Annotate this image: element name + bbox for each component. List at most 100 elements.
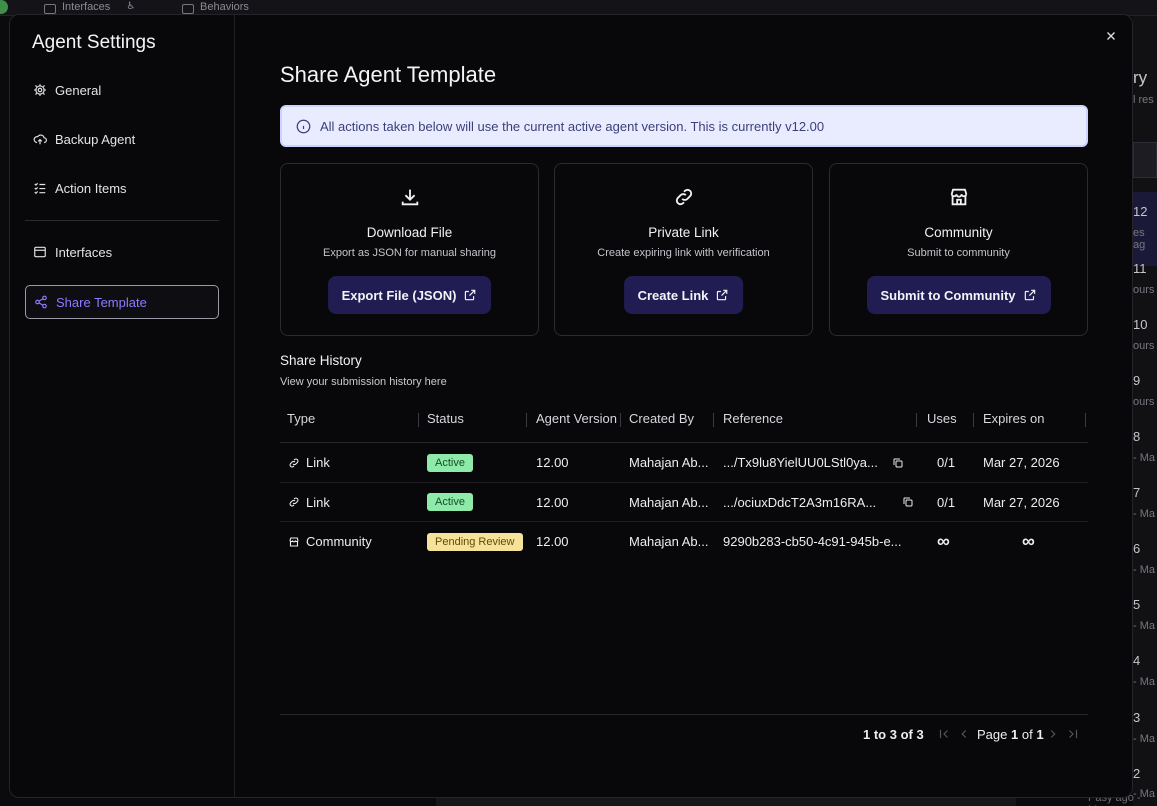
share-template-panel: Share Agent Template All actions taken b…	[280, 15, 1088, 797]
create-link-button[interactable]: Create Link	[623, 276, 744, 314]
page-title: Share Agent Template	[280, 62, 497, 87]
background-version-number: 4	[1133, 653, 1141, 668]
first-page-icon[interactable]	[937, 727, 951, 741]
table-row: Community Pending Review 12.00 Mahajan A…	[280, 522, 1088, 562]
status-badge: Active	[427, 453, 473, 472]
sidebar-item-backup-agent[interactable]: Backup Agent	[25, 122, 219, 156]
table-row: Link Active 12.00 Mahajan Ab... .../Tx9l…	[280, 443, 1088, 483]
column-header-status[interactable]: Status	[427, 403, 464, 443]
type-label: Link	[306, 494, 330, 510]
download-icon	[399, 186, 421, 208]
cell-agent-version: 12.00	[536, 455, 569, 470]
card-description: Export as JSON for manual sharing	[322, 247, 497, 259]
last-page-icon[interactable]	[1066, 727, 1080, 741]
reference-text: 9290b283-cb50-4c91-945b-e...	[723, 534, 902, 549]
cell-created-by: Mahajan Ab...	[629, 494, 709, 510]
background-version-meta: - Ma	[1133, 564, 1155, 576]
button-label: Create Link	[637, 287, 709, 303]
checklist-icon	[33, 181, 47, 195]
background-version-number: 7	[1133, 485, 1141, 500]
type-label: Link	[306, 455, 330, 470]
column-divider[interactable]	[418, 413, 419, 427]
sidebar-item-interfaces[interactable]: Interfaces	[25, 235, 219, 269]
background-version-number: 12	[1133, 204, 1148, 219]
cell-expires-on: Mar 27, 2026	[983, 494, 1060, 510]
background-version-meta: ours	[1133, 284, 1155, 296]
background-version-number: 2	[1133, 766, 1141, 781]
cell-expires-on: Mar 27, 2026	[983, 455, 1060, 470]
external-link-icon	[465, 289, 476, 301]
column-divider[interactable]	[1085, 413, 1086, 427]
external-link-icon	[1024, 289, 1035, 301]
card-title: Download File	[366, 225, 453, 240]
background-header-fragment: ry	[1133, 68, 1148, 87]
button-label: Export File (JSON)	[341, 287, 457, 303]
window-icon	[44, 4, 56, 14]
column-header-type[interactable]: Type	[287, 403, 315, 443]
submit-to-community-button[interactable]: Submit to Community	[866, 276, 1051, 314]
sidebar-title: Agent Settings	[32, 32, 156, 53]
background-sub-fragment: l res	[1133, 94, 1154, 106]
page-indicator: Page 1 of 1	[977, 727, 1044, 742]
background-version-meta: - Ma	[1133, 452, 1155, 464]
background-version-meta: - Ma	[1133, 733, 1155, 745]
cell-type: Link	[288, 443, 330, 482]
copy-icon[interactable]	[902, 496, 914, 508]
cell-type: Community	[288, 522, 372, 561]
sidebar-item-label: Interfaces	[55, 244, 113, 260]
gear-icon	[33, 83, 47, 97]
background-version-number: 3	[1133, 710, 1141, 725]
background-tab-behaviors: Behaviors	[172, 0, 259, 14]
cloud-upload-icon	[33, 132, 47, 146]
background-version-meta: ours	[1133, 340, 1155, 352]
column-header-uses[interactable]: Uses	[927, 403, 957, 443]
link-icon	[288, 496, 300, 508]
close-icon	[1107, 32, 1115, 40]
background-tab-interfaces: Interfaces ♿	[34, 0, 145, 14]
column-divider[interactable]	[973, 413, 974, 427]
pagination: 1 to 3 of 3 Page 1 of 1	[280, 725, 1088, 745]
status-badge: Active	[427, 493, 473, 511]
window-icon	[33, 245, 47, 259]
cell-created-by: Mahajan Ab...	[629, 534, 709, 549]
external-link-icon	[717, 289, 728, 301]
column-divider[interactable]	[916, 413, 917, 427]
background-version-meta: ours	[1133, 396, 1155, 408]
current-page: 1	[1011, 727, 1019, 742]
background-version-number: 10	[1133, 317, 1148, 332]
cell-type: Link	[288, 483, 330, 522]
column-header-expires-on[interactable]: Expires on	[983, 403, 1044, 443]
cell-uses: ∞	[937, 531, 950, 551]
table-row: Link Active 12.00 Mahajan Ab... .../ociu…	[280, 483, 1088, 522]
export-file-button[interactable]: Export File (JSON)	[327, 276, 492, 314]
share-history-title: Share History	[280, 353, 362, 368]
card-private-link: Private Link Create expiring link with v…	[554, 163, 813, 336]
background-avatar	[0, 0, 8, 14]
background-dropdown	[1133, 142, 1157, 178]
sidebar-item-share-template[interactable]: Share Template	[25, 285, 219, 319]
background-version-number: 8	[1133, 429, 1141, 444]
column-divider[interactable]	[526, 413, 527, 427]
sidebar-item-action-items[interactable]: Action Items	[25, 171, 219, 205]
column-header-agent-version[interactable]: Agent Version	[536, 403, 617, 443]
copy-icon[interactable]	[892, 457, 904, 469]
info-icon	[296, 119, 311, 134]
sidebar-item-label: General	[55, 82, 102, 98]
previous-page-icon[interactable]	[957, 727, 971, 741]
column-divider[interactable]	[620, 413, 621, 427]
status-badge: Pending Review	[427, 532, 523, 551]
type-label: Community	[306, 534, 372, 549]
plus-box-icon	[182, 4, 194, 14]
reference-text: .../Tx9lu8YielUU0LStl0ya...	[723, 455, 878, 470]
background-version-list: ry l res 12 es ag 11 ours 10 ours 9 ours…	[1133, 16, 1157, 806]
info-banner: All actions taken below will use the cur…	[280, 105, 1088, 147]
column-header-created-by[interactable]: Created By	[629, 403, 694, 443]
column-header-reference[interactable]: Reference	[723, 403, 783, 443]
sidebar-item-general[interactable]: General	[25, 73, 219, 107]
close-button[interactable]	[1104, 29, 1118, 43]
share-history-table: Type Status Agent Version Created By Ref…	[280, 403, 1088, 562]
cell-status: Pending Review	[427, 522, 523, 561]
next-page-icon[interactable]	[1046, 727, 1060, 741]
column-divider[interactable]	[713, 413, 714, 427]
cell-agent-version: 12.00	[536, 534, 569, 549]
